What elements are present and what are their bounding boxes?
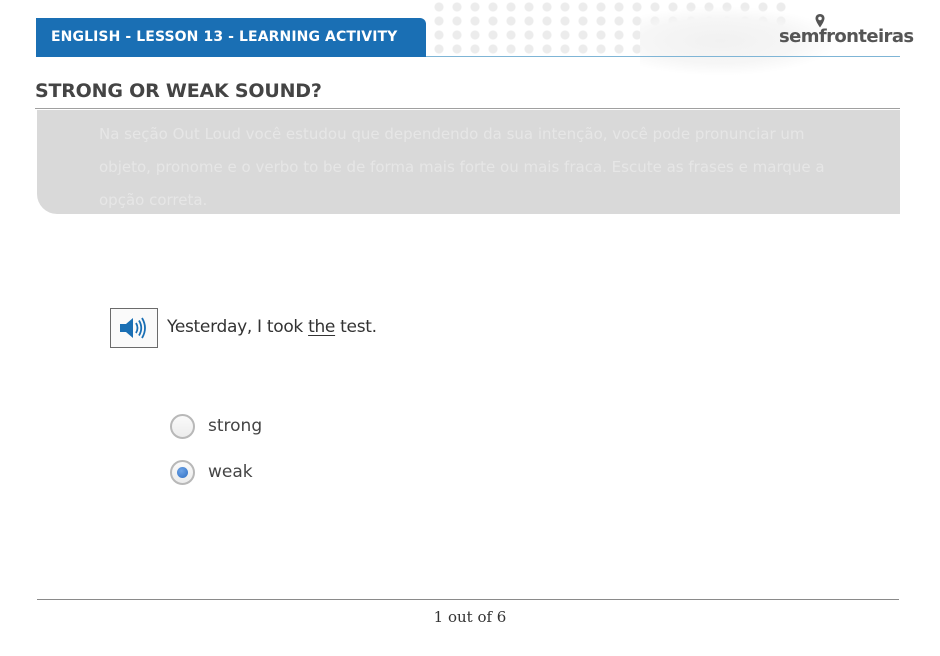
- logo-text-sem: sem: [779, 26, 819, 47]
- lesson-header: ENGLISH - LESSON 13 - LEARNING ACTIVITY: [36, 18, 426, 57]
- location-pin-icon: [815, 14, 825, 28]
- title-divider: [35, 108, 900, 109]
- page-title: STRONG OR WEAK SOUND?: [35, 80, 322, 102]
- sentence-end: test.: [335, 317, 377, 337]
- option-strong[interactable]: strong: [170, 413, 262, 439]
- logo-text-fronteiras: fronteiras: [818, 26, 914, 47]
- radio-weak[interactable]: [170, 459, 195, 485]
- play-audio-button[interactable]: [110, 308, 158, 348]
- highlighted-word: the: [308, 317, 336, 337]
- header-divider: [426, 56, 900, 57]
- option-weak[interactable]: weak: [170, 459, 253, 485]
- sentence-start: Yesterday, I took: [167, 317, 309, 337]
- radio-selected-dot: [177, 466, 188, 478]
- footer-divider: [37, 599, 899, 600]
- option-weak-label[interactable]: weak: [208, 462, 253, 482]
- semfronteiras-logo: semfronteiras: [779, 14, 914, 52]
- question-sentence: Yesterday, I took the test.: [167, 317, 377, 337]
- instructions-panel: Na seção Out Loud você estudou que depen…: [37, 110, 900, 214]
- instructions-text: Na seção Out Loud você estudou que depen…: [99, 125, 825, 209]
- speaker-icon: [120, 317, 146, 339]
- pagination-indicator: 1 out of 6: [433, 608, 507, 626]
- radio-strong[interactable]: [170, 413, 195, 439]
- option-strong-label[interactable]: strong: [208, 416, 262, 436]
